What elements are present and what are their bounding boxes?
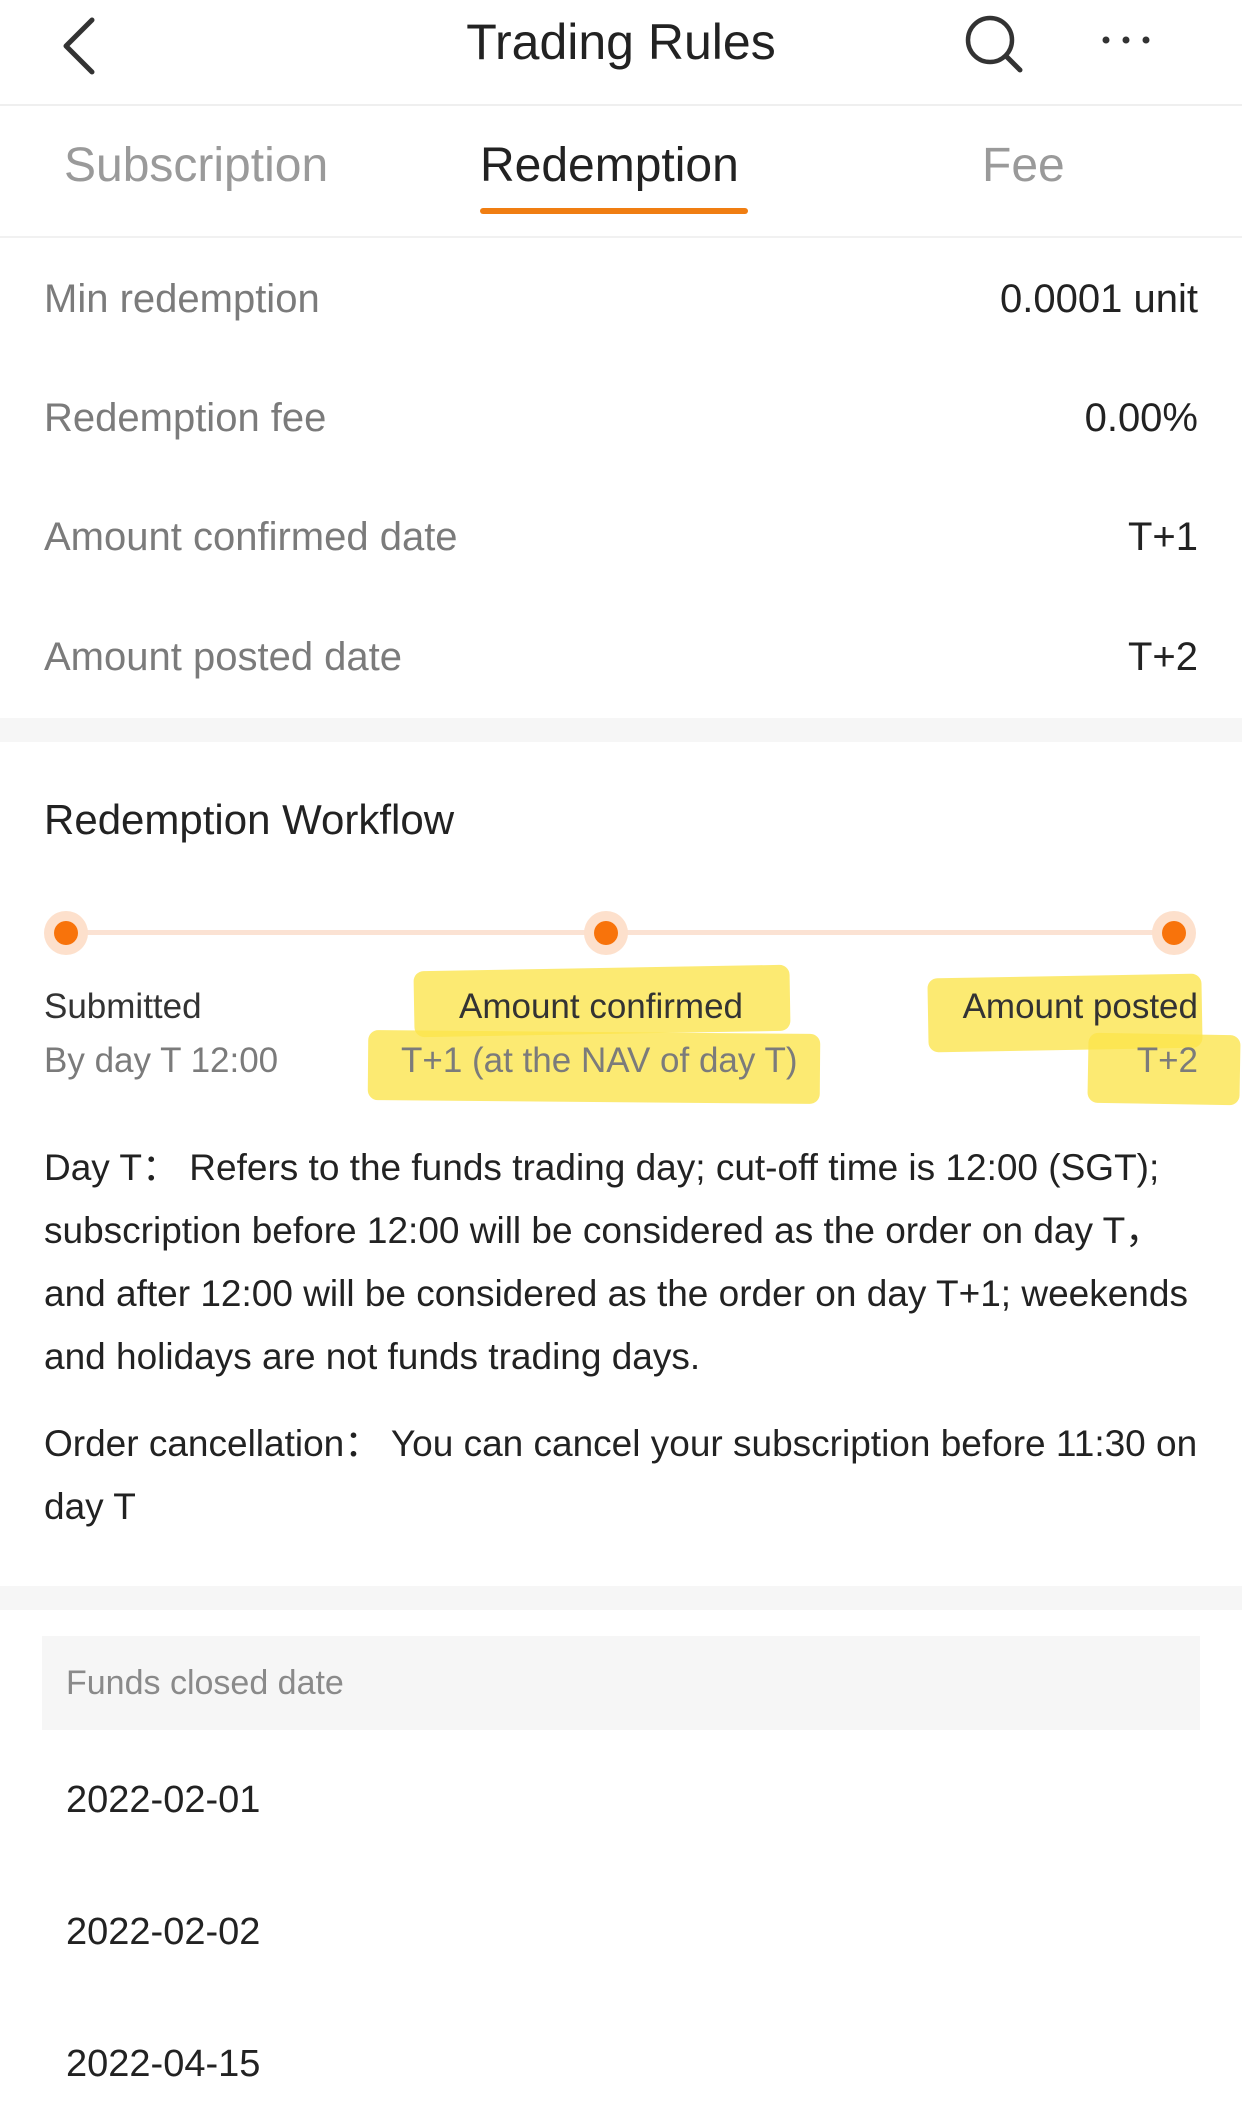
info-row-redemption-fee: Redemption fee 0.00% [0,363,1242,473]
info-label: Min redemption [44,277,320,321]
top-bar: Trading Rules [0,0,1242,106]
timeline-dot-posted [1152,911,1196,955]
funds-closed-header-label: Funds closed date [66,1664,344,1702]
more-horizontal-icon [1102,36,1150,44]
info-value: T+1 [1127,515,1198,559]
workflow-title: Redemption Workflow [44,796,455,843]
step-title-confirmed: Amount confirmed [459,987,744,1026]
order-cancellation-note: Order cancellation： You can cancel your … [44,1423,1198,1527]
step-title-submitted: Submitted [44,987,202,1026]
closed-date-item: 2022-02-01 [66,1779,261,1821]
section-divider [0,1586,1242,1610]
more-button[interactable] [1098,16,1154,72]
funds-closed-header: Funds closed date [42,1636,1200,1730]
tab-subscription[interactable]: Subscription [64,136,328,196]
day-t-note: Day T： Refers to the funds trading day; … [44,1147,1188,1377]
timeline-dot-submitted [44,911,88,955]
active-tab-indicator [480,208,748,214]
info-row-amount-posted-date: Amount posted date T+2 [0,602,1242,712]
info-row-min-redemption: Min redemption 0.0001 unit [0,244,1242,354]
info-value: 0.00% [1084,396,1198,440]
step-subtitle-submitted: By day T 12:00 [44,1041,279,1080]
page-title: Trading Rules [466,14,776,70]
info-label: Amount confirmed date [44,515,458,559]
tab-redemption[interactable]: Redemption [480,136,739,196]
section-divider [0,718,1242,742]
info-value: T+2 [1127,635,1198,679]
search-icon [965,15,1023,73]
info-row-amount-confirmed-date: Amount confirmed date T+1 [0,482,1242,592]
info-value: 0.0001 unit [1000,277,1198,321]
step-subtitle-posted: T+2 [1136,1041,1198,1080]
info-label: Redemption fee [44,396,327,440]
tab-bar: Subscription Redemption Fee [0,106,1242,238]
closed-date-item: 2022-04-15 [66,2043,261,2085]
info-label: Amount posted date [44,635,403,679]
tab-fee[interactable]: Fee [982,136,1065,196]
timeline-dot-confirmed [584,911,628,955]
search-button[interactable] [962,12,1026,76]
step-title-posted: Amount posted [962,987,1198,1026]
closed-date-item: 2022-02-02 [66,1911,261,1953]
step-subtitle-confirmed: T+1 (at the NAV of day T) [401,1041,798,1080]
